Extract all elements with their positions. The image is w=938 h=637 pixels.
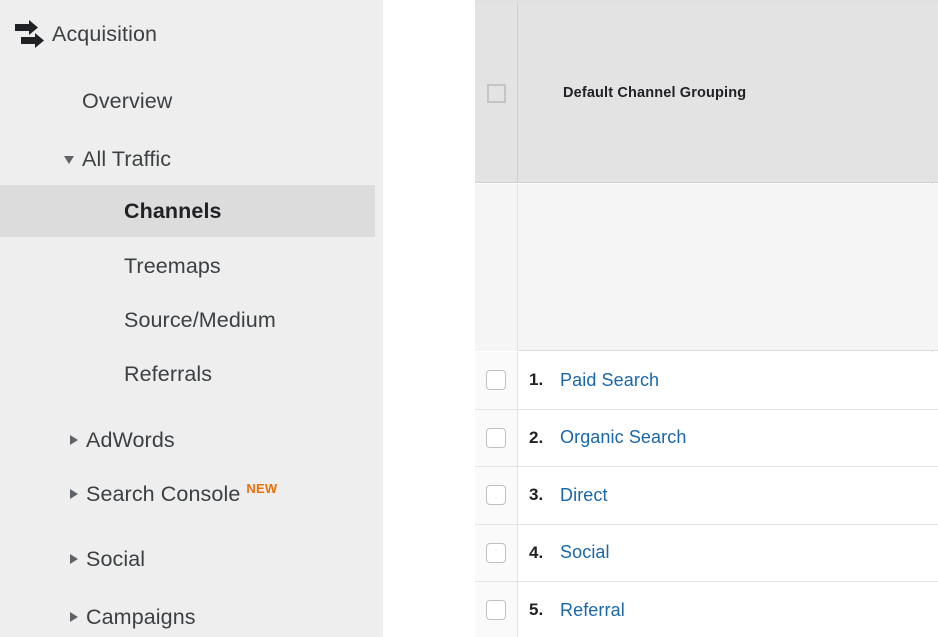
- sidebar-item-label: Campaigns: [86, 604, 196, 629]
- row-checkbox-cell[interactable]: [475, 582, 518, 637]
- column-header-default-channel-grouping[interactable]: Default Channel Grouping: [519, 3, 930, 183]
- sidebar-item-search-console[interactable]: Search Console NEW: [0, 468, 375, 520]
- sidebar-item-campaigns[interactable]: Campaigns: [0, 591, 375, 637]
- row-checkbox-cell[interactable]: [475, 409, 518, 466]
- table-row[interactable]: 4. Social: [475, 524, 938, 582]
- table-row[interactable]: 1. Paid Search: [475, 352, 938, 410]
- sidebar-item-label: Treemaps: [124, 253, 221, 278]
- data-table-panel: Default Channel Grouping 1. Paid Search 2.…: [475, 0, 938, 637]
- chevron-down-icon[interactable]: [63, 151, 79, 167]
- sidebar-item-label: Search Console: [86, 481, 241, 506]
- chevron-right-icon[interactable]: [67, 551, 83, 567]
- channel-link[interactable]: Social: [560, 542, 610, 563]
- row-index: 5.: [529, 600, 544, 620]
- sidebar-item-referrals[interactable]: Referrals: [0, 348, 375, 400]
- summary-checkbox-cell: [475, 184, 518, 351]
- table-row[interactable]: 3. Direct: [475, 467, 938, 525]
- channel-link[interactable]: Paid Search: [560, 370, 659, 391]
- sidebar-navigation: Acquisition Overview All Traffic Channels T…: [0, 0, 383, 637]
- row-index: 3.: [529, 485, 544, 505]
- double-arrow-icon: [0, 16, 52, 52]
- row-index: 1.: [529, 370, 544, 390]
- sidebar-item-treemaps[interactable]: Treemaps: [0, 240, 375, 292]
- sidebar-item-label: Social: [86, 546, 146, 571]
- sidebar-item-social[interactable]: Social: [0, 533, 375, 585]
- row-index: 4.: [529, 542, 544, 562]
- sidebar-item-source-medium[interactable]: Source/Medium: [0, 294, 375, 346]
- row-checkbox[interactable]: [486, 600, 506, 621]
- new-badge: NEW: [246, 480, 278, 496]
- row-checkbox[interactable]: [486, 485, 506, 506]
- sidebar-item-adwords[interactable]: AdWords: [0, 414, 375, 466]
- sidebar-section-title: Acquisition: [52, 21, 158, 46]
- app-screen: Acquisition Overview All Traffic Channels T…: [0, 0, 938, 637]
- select-all-cell[interactable]: [475, 3, 518, 183]
- sidebar-item-channels[interactable]: Channels: [0, 185, 375, 237]
- sidebar-item-label: Channels: [124, 198, 222, 223]
- row-checkbox-cell[interactable]: [475, 467, 518, 524]
- sidebar-item-overview[interactable]: Overview: [0, 75, 375, 127]
- chevron-right-icon[interactable]: [67, 486, 83, 502]
- sidebar-item-label: Source/Medium: [124, 307, 276, 332]
- table-row[interactable]: 5. Referral: [475, 582, 938, 637]
- channel-link[interactable]: Direct: [560, 485, 608, 506]
- channel-link[interactable]: Referral: [560, 600, 625, 621]
- sidebar-item-label: AdWords: [86, 427, 175, 452]
- sidebar-item-all-traffic[interactable]: All Traffic: [0, 133, 375, 185]
- row-checkbox[interactable]: [486, 370, 506, 391]
- chevron-right-icon[interactable]: [67, 432, 83, 448]
- row-checkbox-cell[interactable]: [475, 352, 518, 409]
- table-header-row: Default Channel Grouping: [475, 3, 938, 183]
- sidebar-item-label: All Traffic: [82, 146, 172, 171]
- table-summary-row: [475, 184, 938, 351]
- sidebar-section-acquisition[interactable]: Acquisition: [0, 0, 383, 68]
- select-all-checkbox[interactable]: [486, 83, 506, 103]
- table-row[interactable]: 2. Organic Search: [475, 409, 938, 467]
- chevron-right-icon[interactable]: [67, 609, 83, 625]
- sidebar-item-label: Referrals: [124, 361, 213, 386]
- row-checkbox[interactable]: [486, 427, 506, 448]
- row-index: 2.: [529, 427, 544, 447]
- channel-link[interactable]: Organic Search: [560, 427, 686, 448]
- sidebar-item-label: Overview: [82, 88, 173, 113]
- table-body: 1. Paid Search 2. Organic Search 3. Direct 4. S…: [475, 352, 938, 637]
- row-checkbox[interactable]: [486, 542, 506, 563]
- row-checkbox-cell[interactable]: [475, 524, 518, 581]
